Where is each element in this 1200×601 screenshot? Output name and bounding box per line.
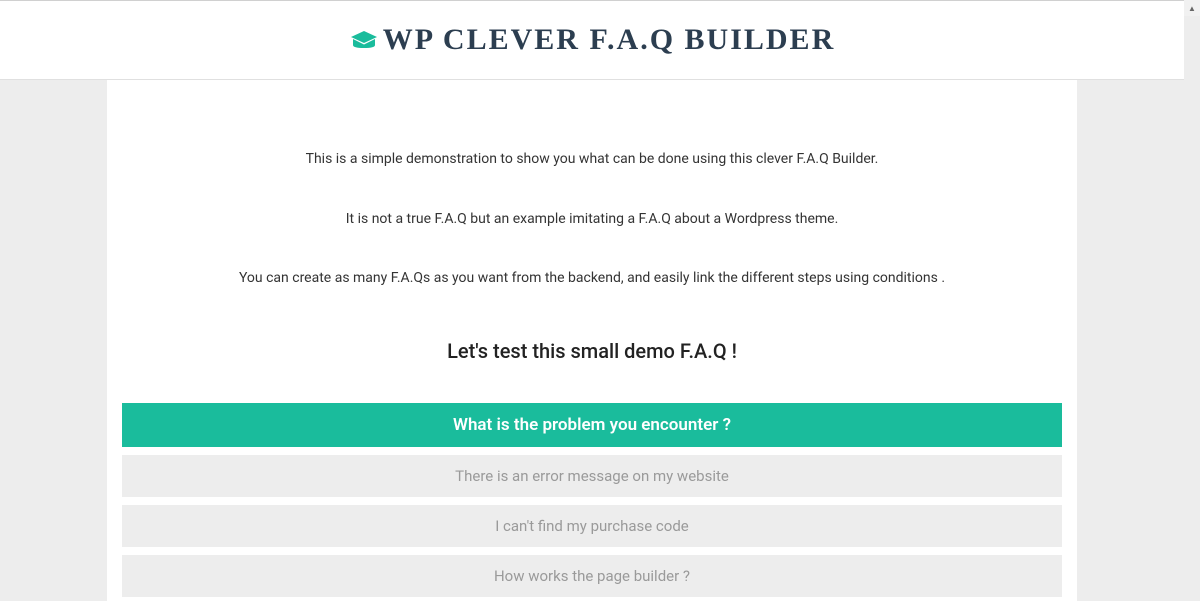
faq-container: What is the problem you encounter ? Ther… <box>122 403 1062 601</box>
main-viewport: WP CLEVER F.A.Q BUILDER This is a simple… <box>0 1 1184 601</box>
faq-answer-option[interactable]: How works the page builder ? <box>122 555 1062 597</box>
logo[interactable]: WP CLEVER F.A.Q BUILDER <box>349 23 835 57</box>
faq-answer-option[interactable]: There is an error message on my website <box>122 455 1062 497</box>
graduation-cap-icon <box>349 29 379 51</box>
intro-line-2: It is not a true F.A.Q but an example im… <box>122 210 1062 230</box>
page-header: WP CLEVER F.A.Q BUILDER <box>0 1 1184 80</box>
demo-heading: Let's test this small demo F.A.Q ! <box>122 339 1062 363</box>
intro-line-3: You can create as many F.A.Qs as you wan… <box>122 269 1062 289</box>
intro-section: This is a simple demonstration to show y… <box>122 150 1062 289</box>
faq-answer-option[interactable]: I can't find my purchase code <box>122 505 1062 547</box>
scroll-up-button[interactable]: ▲ <box>1184 0 1200 16</box>
content-area: This is a simple demonstration to show y… <box>107 80 1077 601</box>
intro-line-1: This is a simple demonstration to show y… <box>122 150 1062 170</box>
faq-question-header[interactable]: What is the problem you encounter ? <box>122 403 1062 447</box>
logo-text: WP CLEVER F.A.Q BUILDER <box>383 23 835 57</box>
